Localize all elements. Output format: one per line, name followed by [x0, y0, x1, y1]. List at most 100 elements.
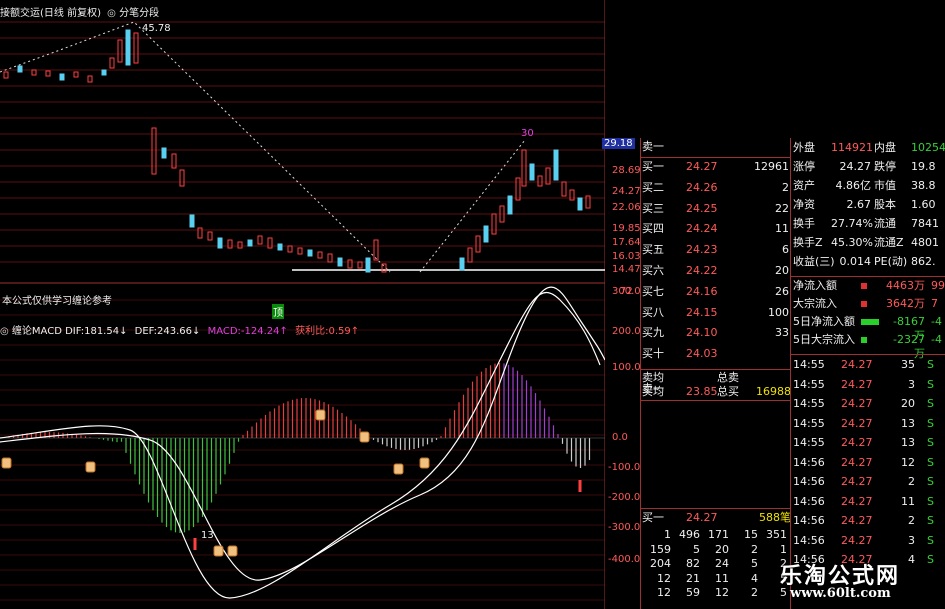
price-candle	[317, 251, 323, 259]
chart-title: 接额交运(日线 前复权) ◎ 分笔分段	[0, 4, 159, 19]
price-candle	[561, 181, 567, 197]
tick-price: 24.27	[841, 358, 873, 371]
watermark-url: www.60lt.com	[790, 586, 891, 601]
tick-side: S	[927, 514, 934, 527]
flow-label: 大宗流入	[793, 297, 837, 310]
price-candle	[109, 57, 115, 69]
queue-cell: 2	[751, 586, 758, 599]
price-candle	[17, 65, 23, 73]
signal-marker	[419, 457, 430, 469]
flow-extra: 99	[931, 279, 945, 292]
buy1b-label: 买一	[642, 511, 664, 524]
tick-price: 24.27	[841, 436, 873, 449]
macd-dif: DIF:181.54↓	[65, 326, 128, 337]
stat-label: 流通Z	[874, 236, 904, 249]
price-candle	[237, 241, 243, 249]
tick-time: 14:56	[793, 475, 825, 488]
price-candle	[101, 69, 107, 76]
chart-mode[interactable]: 分笔分段	[119, 8, 159, 19]
buy-level-price: 24.26	[686, 180, 718, 194]
stats-divider	[791, 354, 945, 355]
queue-cell: 21	[686, 571, 700, 585]
signal-marker	[213, 545, 224, 557]
macd-bias: 获利比:0.59↑	[295, 326, 360, 337]
buy-level-vol: 100	[768, 305, 789, 319]
macd-name: 缠论MACD	[11, 326, 62, 337]
queue-cell: 159	[650, 542, 671, 556]
price-candle	[491, 213, 497, 235]
price-candle	[87, 75, 93, 83]
macd-axis-tick: -300.0	[608, 522, 641, 533]
stat-value: 862.	[911, 255, 936, 268]
tick-time: 14:56	[793, 494, 825, 508]
tick-time: 14:55	[793, 416, 825, 430]
price-candle	[373, 239, 379, 261]
flow-label: 净流入额	[793, 279, 837, 292]
buy-level-price: 24.22	[686, 264, 718, 277]
queue-cell: 5	[751, 557, 758, 570]
buy-level-price: 24.27	[686, 160, 718, 173]
stat-label: 资产	[793, 179, 815, 192]
book-divider	[641, 157, 791, 158]
queue-cell: 496	[679, 528, 700, 541]
indicator-marker: 顶	[272, 304, 284, 319]
buy-level-vol: 2	[782, 180, 789, 194]
flow-value: -8167万	[893, 315, 925, 342]
tick-volume: 2	[908, 514, 915, 527]
price-candle	[307, 249, 313, 257]
signal-marker	[227, 545, 238, 557]
sell1b-label: 卖一	[642, 382, 664, 395]
stat-value: 7841	[911, 217, 939, 230]
tick-price: 24.27	[841, 377, 873, 391]
stat-label: 外盘	[793, 141, 815, 154]
flow-bar	[861, 301, 867, 307]
tick-time: 14:55	[793, 377, 825, 391]
price-candle	[347, 259, 353, 269]
price-candle	[297, 247, 303, 255]
tick-side: S	[927, 553, 934, 566]
macd-bottom-label: 13	[201, 530, 214, 541]
avg-buy-value: 23.85	[686, 385, 718, 398]
stat-value: 27.74%	[831, 217, 873, 230]
tick-side: S	[927, 533, 934, 547]
stat-label: 收益(三)	[793, 255, 835, 268]
tick-time: 14:55	[793, 436, 825, 449]
price-candle	[521, 149, 527, 187]
tick-time: 14:56	[793, 455, 825, 469]
tick-price: 24.27	[841, 475, 873, 488]
buy-level-price: 24.23	[686, 243, 718, 257]
tick-side: S	[927, 494, 934, 508]
stat-label: 流通	[874, 217, 896, 230]
order-book: 卖一 买一 24.27 12961 买二 24.26 2 买三 24.25 22 买四…	[640, 138, 791, 609]
queue-cell: 1	[664, 528, 671, 541]
tick-side: S	[927, 436, 934, 449]
stat-label: 跌停	[874, 160, 896, 173]
stat-value: 0.014	[839, 255, 872, 268]
buy-level-price: 24.24	[686, 222, 718, 236]
signal-marker	[359, 431, 370, 443]
macd-icon: ◎	[0, 326, 9, 337]
buy-level-price: 24.03	[686, 347, 718, 361]
tick-price: 24.27	[841, 494, 873, 508]
price-candle	[577, 197, 583, 211]
macd-axis-tick: 200.0	[612, 326, 641, 337]
price-candle	[483, 225, 489, 243]
tick-side: S	[927, 455, 934, 469]
price-candle	[3, 71, 9, 79]
queue-cell: 5	[693, 542, 700, 556]
total-buy-value: 16988	[756, 385, 791, 398]
price-candle	[73, 71, 79, 78]
queue-cell: 20	[715, 542, 729, 556]
price-candle	[227, 239, 233, 249]
price-axis-tick: 14.47	[612, 264, 641, 275]
macd-axis-tick: -100.0	[608, 462, 641, 473]
buy-level-label: 买二	[642, 180, 664, 194]
buy-level-price: 24.10	[686, 326, 718, 340]
tick-volume: 13	[901, 416, 915, 430]
total-sell-label: 总卖	[717, 371, 739, 384]
flow-bar	[861, 337, 867, 343]
buy-level-label: 买六	[642, 264, 664, 277]
tick-side: S	[927, 358, 934, 371]
price-candle	[459, 257, 465, 271]
tick-side: S	[927, 475, 934, 488]
